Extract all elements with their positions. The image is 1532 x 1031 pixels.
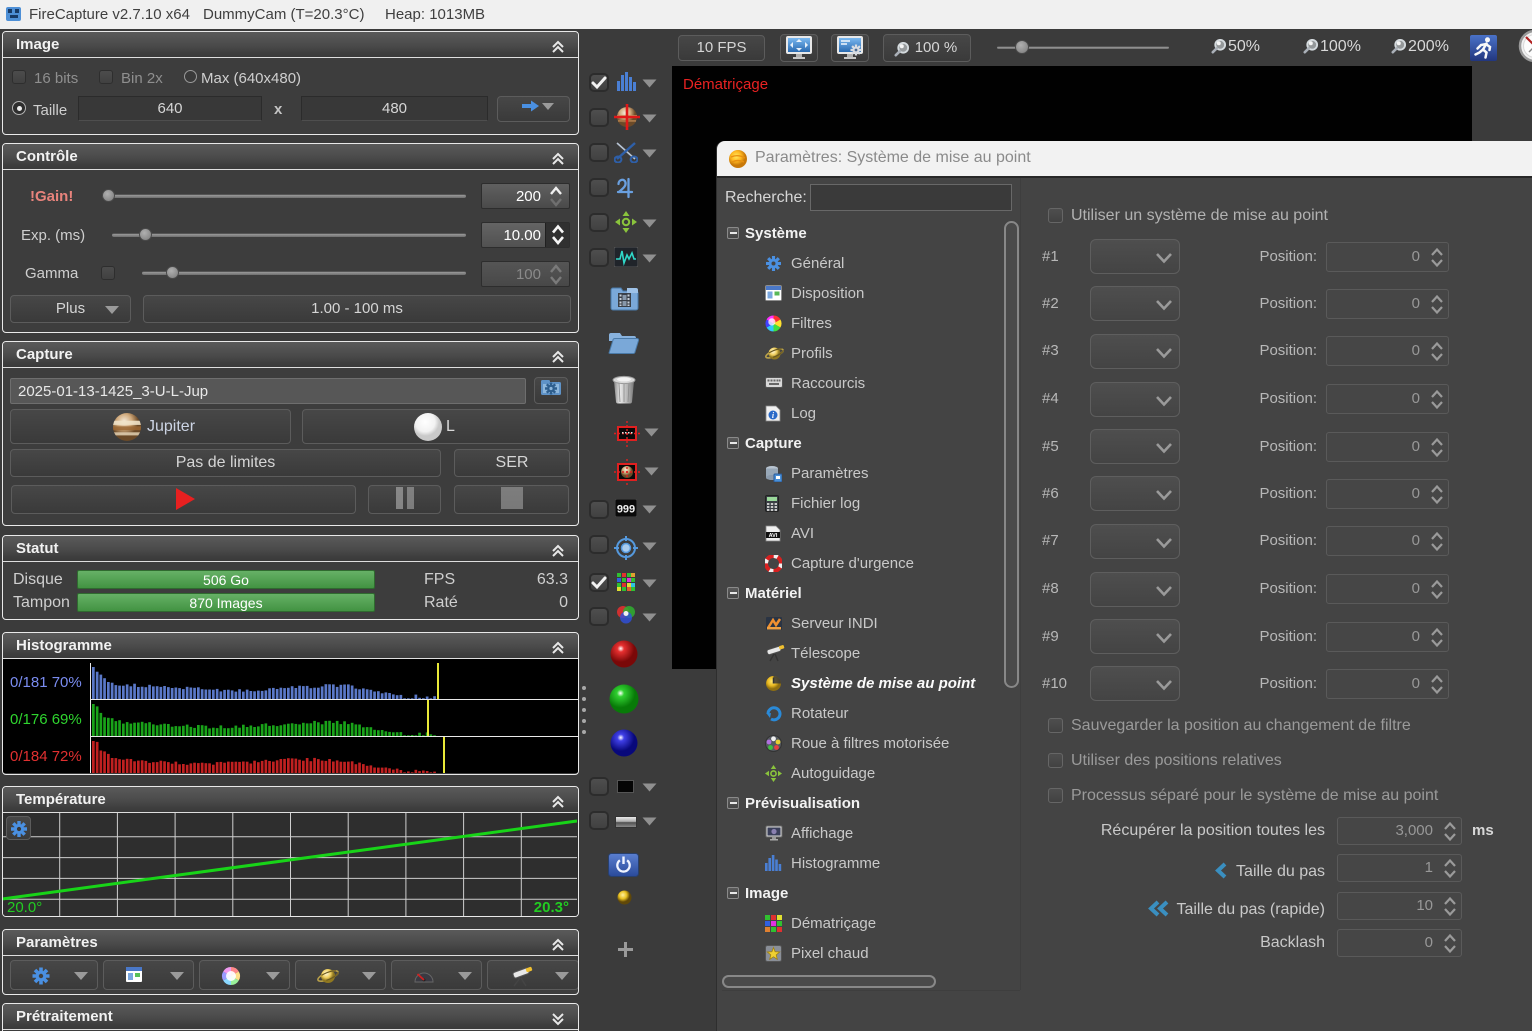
- svg-text:AVI: AVI: [769, 533, 778, 539]
- svg-text:999: 999: [617, 504, 635, 516]
